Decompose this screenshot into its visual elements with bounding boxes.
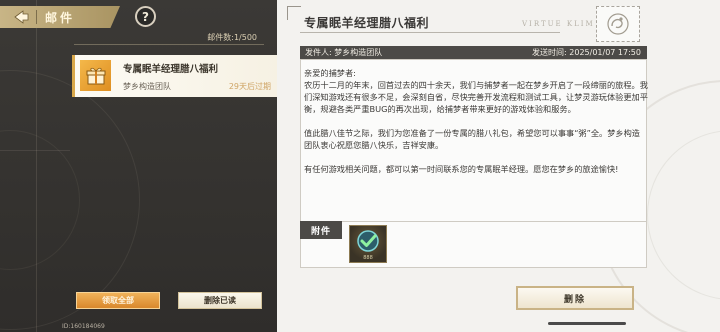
page-title: 邮件: [45, 10, 76, 25]
back-icon[interactable]: [12, 8, 30, 26]
title-separator: [36, 10, 37, 24]
mail-body: 亲爱的捕梦者: 农历十二月的年末，回首过去的四十余天，我们与捕梦者一起在梦乡开启…: [304, 67, 648, 187]
divider: [74, 44, 264, 45]
mail-item-sender: 梦乡构造团队: [123, 82, 171, 91]
mail-item-title: 专属眠羊经理腊八福利: [123, 64, 219, 75]
title-tab: 邮件: [0, 6, 120, 28]
mail-paragraph: 值此腊八佳节之际，我们为您准备了一份专属的腊八礼包，希望您可以事事“粥”全。梦乡…: [304, 128, 640, 150]
attachment-item[interactable]: 888: [349, 225, 387, 263]
mail-meta-bar: 发件人: 梦乡构造团队 发送时间: 2025/01/07 17:50: [300, 46, 647, 59]
mail-count: 邮件数:1/500: [207, 33, 257, 42]
decorative-line: [36, 0, 37, 332]
question-icon: ?: [142, 9, 149, 24]
watermark-text: VIRTUE KLIM: [522, 20, 595, 28]
claimed-check-icon: [357, 230, 379, 252]
mail-list-item[interactable]: 专属眠羊经理腊八福利 梦乡构造团队 29天后过期: [72, 55, 277, 97]
mail-list-panel: 邮件 ? 邮件数:1/500 专属眠羊经理腊八福利 梦乡构造团队 29天后过期 …: [0, 0, 277, 332]
gift-icon: [80, 60, 111, 91]
corner-bracket: [287, 6, 301, 20]
mail-item-expire: 29天后过期: [228, 82, 271, 91]
mail-title: 专属眠羊经理腊八福利: [304, 16, 430, 30]
help-button[interactable]: ?: [135, 6, 156, 27]
mail-sender: 发件人: 梦乡构造团队: [305, 48, 383, 57]
mail-paragraph: 农历十二月的年末，回首过去的四十余天，我们与捕梦者一起在梦乡开启了一段缔丽的旅程…: [304, 80, 648, 114]
stamp-icon: [596, 6, 640, 42]
delete-button[interactable]: 删除: [516, 286, 634, 310]
decorative-line-h: [0, 150, 70, 151]
mail-sent-time: 发送时间: 2025/01/07 17:50: [532, 48, 641, 57]
claim-all-button[interactable]: 领取全部: [76, 292, 160, 309]
attachment-qty: 888: [363, 255, 373, 261]
mail-greeting: 亲爱的捕梦者:: [304, 68, 356, 78]
user-id: ID:160184069: [62, 323, 105, 330]
delete-read-button[interactable]: 删除已读: [178, 292, 262, 309]
mail-paragraph: 有任何游戏相关问题，都可以第一时间联系您的专属眠羊经理。愿您在梦乡的旅途愉快!: [304, 164, 619, 174]
title-underline: [300, 32, 560, 33]
attachment-label: 附件: [300, 221, 342, 239]
home-indicator: [548, 322, 626, 325]
